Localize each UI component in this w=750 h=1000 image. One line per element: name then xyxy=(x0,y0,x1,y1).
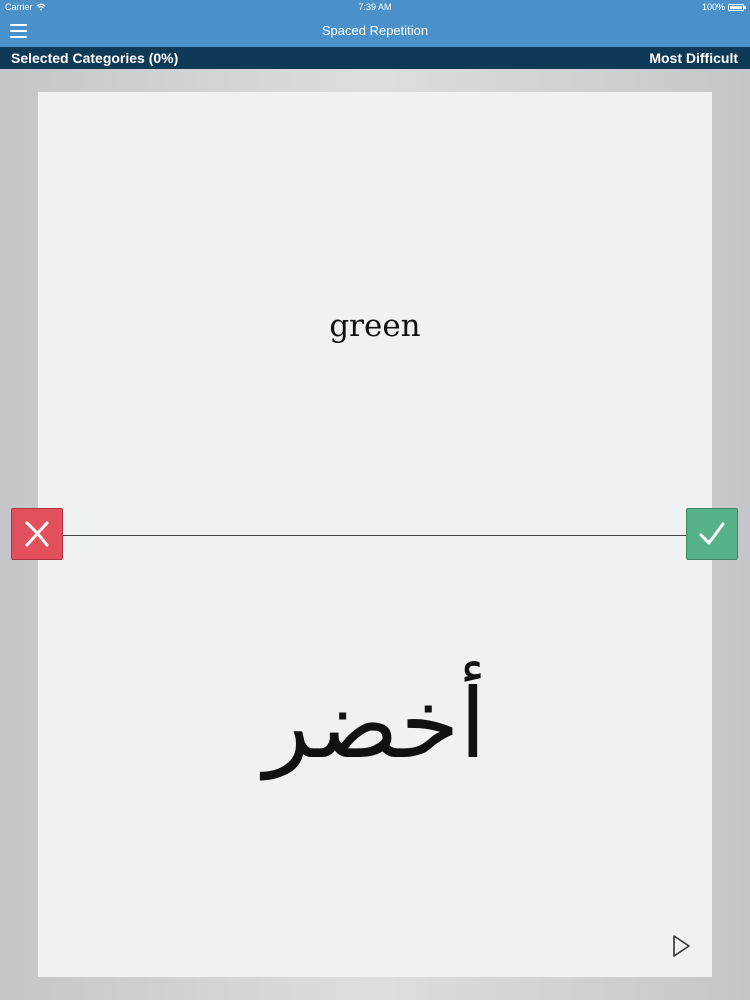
most-difficult-button[interactable]: Most Difficult xyxy=(649,50,738,66)
checkmark-icon xyxy=(699,522,725,545)
play-icon[interactable] xyxy=(668,932,694,960)
status-time: 7:39 AM xyxy=(358,2,392,12)
page-title: Spaced Repetition xyxy=(321,23,429,38)
mark-correct-button[interactable] xyxy=(686,508,738,560)
battery-indicator: 100% xyxy=(701,2,746,12)
battery-percent: 100% xyxy=(701,2,725,12)
card-divider xyxy=(62,535,688,536)
x-mark-icon xyxy=(25,521,49,547)
mark-wrong-button[interactable] xyxy=(11,508,63,560)
nav-bar: Spaced Repetition xyxy=(0,15,750,47)
battery-icon xyxy=(728,3,746,11)
status-bar: Carrier 7:39 AM 100% xyxy=(0,0,750,15)
flashcard-back-word: أخضر xyxy=(263,668,487,780)
battery-fill xyxy=(730,5,742,9)
flashcard-front-word: green xyxy=(329,308,421,344)
category-bar: Selected Categories (0%) Most Difficult xyxy=(0,47,750,69)
selected-categories-button[interactable]: Selected Categories (0%) xyxy=(11,50,178,66)
